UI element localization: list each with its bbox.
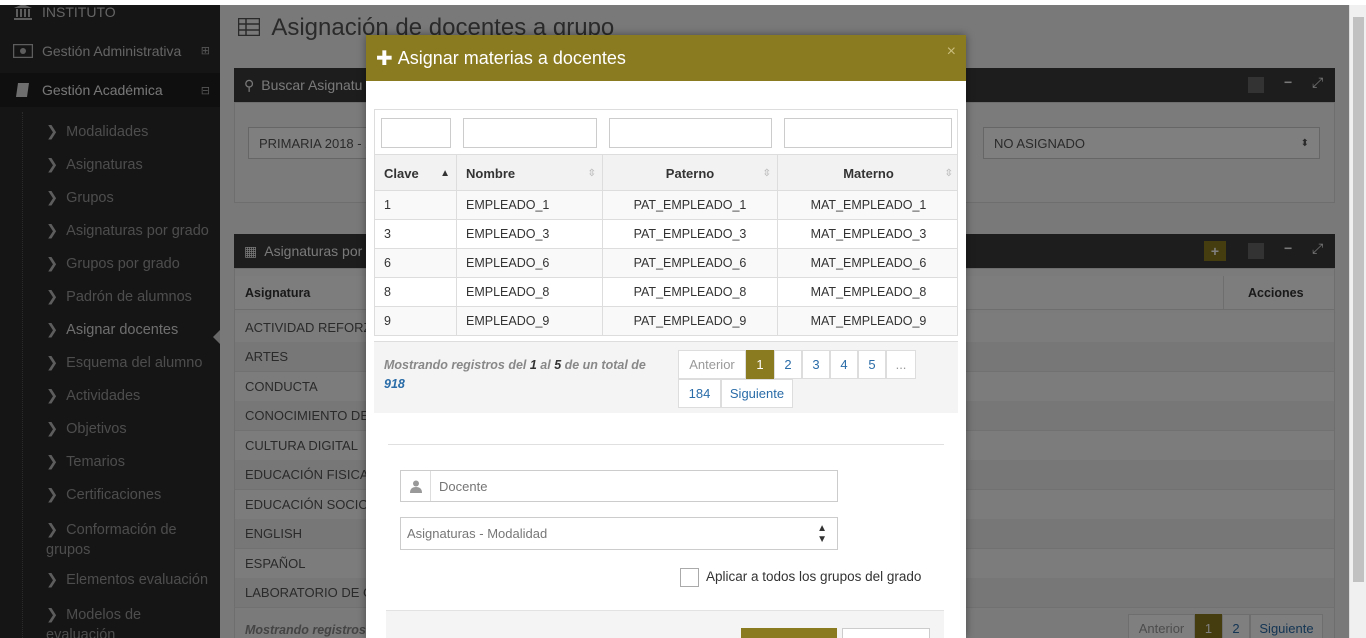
table-row[interactable]: 9 EMPLEADO_9 PAT_EMPLEADO_9 MAT_EMPLEADO… [374,307,958,336]
table-row[interactable]: 1 EMPLEADO_1 PAT_EMPLEADO_1 MAT_EMPLEADO… [374,191,958,220]
records-info: Mostrando registros del 1 al 5 de un tot… [384,358,646,391]
filter-row [374,109,958,155]
cancel-button[interactable] [842,628,930,638]
filter-paterno-input[interactable] [609,118,772,148]
user-icon [401,471,431,501]
modal-title: Asignar materias a docentes [397,47,626,68]
pager-page-button[interactable]: 3 [802,350,830,379]
pager-prev-button[interactable]: Anterior [678,350,746,379]
filter-clave-input[interactable] [381,118,451,148]
modal-header: ✚ Asignar materias a docentes × [366,35,966,81]
pager-page-button[interactable]: 5 [858,350,886,379]
pager-page-button[interactable]: 4 [830,350,858,379]
pager-next-button[interactable]: Siguiente [721,379,793,408]
sort-icon: ⇳ [762,167,771,179]
pager-page-button[interactable]: 2 [774,350,802,379]
filter-materno-input[interactable] [784,118,952,148]
plus-icon: ✚ [376,47,393,70]
docente-input[interactable] [431,472,831,500]
column-header-paterno[interactable]: Paterno ⇳ [603,155,778,191]
pager-page-button[interactable]: 1 [746,350,774,379]
select-arrows-icon: ▲ ▼ [817,522,827,545]
apply-all-label: Aplicar a todos los grupos del grado [706,569,922,584]
pager-page-button[interactable]: 184 [678,379,721,408]
divider [388,444,944,445]
column-header-nombre[interactable]: Nombre ⇳ [457,155,603,191]
table-row[interactable]: 3 EMPLEADO_3 PAT_EMPLEADO_3 MAT_EMPLEADO… [374,220,958,249]
asignaturas-select[interactable]: Asignaturas - Modalidad ▲ ▼ [400,517,838,550]
column-header-materno[interactable]: Materno ⇳ [778,155,959,191]
sort-icon: ⇳ [944,167,953,179]
sort-asc-icon: ▲ [440,167,450,179]
assign-modal: ✚ Asignar materias a docentes × Clave ▲ … [366,35,966,638]
sort-icon: ⇳ [587,167,596,179]
top-strip [0,0,1366,5]
close-icon[interactable]: × [947,43,956,61]
table-row[interactable]: 8 EMPLEADO_8 PAT_EMPLEADO_8 MAT_EMPLEADO… [374,278,958,307]
table-header: Clave ▲ Nombre ⇳ Paterno ⇳ Materno ⇳ [374,155,958,191]
pager-ellipsis: ... [886,350,916,379]
docente-field[interactable] [400,470,838,502]
column-header-clave[interactable]: Clave ▲ [375,155,457,191]
apply-all-checkbox[interactable] [680,568,699,587]
filter-nombre-input[interactable] [463,118,597,148]
scrollbar[interactable] [1349,5,1366,638]
save-button[interactable] [741,628,837,638]
scrollbar-thumb[interactable] [1353,17,1364,582]
table-row[interactable]: 6 EMPLEADO_6 PAT_EMPLEADO_6 MAT_EMPLEADO… [374,249,958,278]
modal-pager: Mostrando registros del 1 al 5 de un tot… [374,341,958,413]
